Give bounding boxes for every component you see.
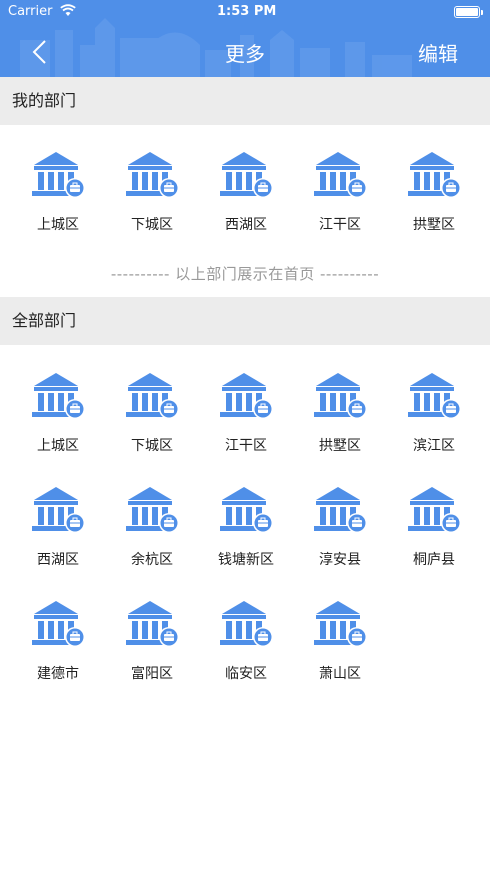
department-label: 钱塘新区 (218, 552, 274, 568)
department-item[interactable]: 西湖区 (8, 485, 102, 585)
department-label: 上城区 (37, 438, 79, 454)
department-item[interactable]: 上城区 (8, 150, 102, 250)
department-item[interactable]: 拱墅区 (290, 371, 384, 471)
department-item[interactable]: 建德市 (8, 599, 102, 699)
government-building-icon (124, 150, 180, 200)
government-building-icon (30, 599, 86, 649)
department-item[interactable]: 下城区 (102, 371, 196, 471)
department-label: 江干区 (225, 438, 267, 454)
government-building-icon (312, 371, 368, 421)
department-item[interactable]: 江干区 (290, 150, 384, 250)
government-building-icon (406, 371, 462, 421)
department-item[interactable]: 萧山区 (290, 599, 384, 699)
department-label: 下城区 (131, 217, 173, 233)
wifi-icon (60, 4, 76, 21)
government-building-icon (124, 371, 180, 421)
department-label: 建德市 (37, 666, 79, 682)
department-label: 江干区 (319, 217, 361, 233)
government-building-icon (312, 599, 368, 649)
status-time: 1:53 PM (217, 4, 277, 19)
government-building-icon (124, 599, 180, 649)
department-item[interactable]: 余杭区 (102, 485, 196, 585)
department-item[interactable]: 桐庐县 (384, 485, 478, 585)
department-label: 萧山区 (319, 666, 361, 682)
homepage-hint: ---------- 以上部门展示在首页 ---------- (110, 265, 380, 283)
government-building-icon (406, 485, 462, 535)
department-label: 富阳区 (131, 666, 173, 682)
department-label: 临安区 (225, 666, 267, 682)
department-item[interactable]: 富阳区 (102, 599, 196, 699)
department-item[interactable]: 江干区 (196, 371, 290, 471)
department-label: 下城区 (131, 438, 173, 454)
department-label: 余杭区 (131, 552, 173, 568)
department-item[interactable]: 西湖区 (196, 150, 290, 250)
department-item[interactable]: 下城区 (102, 150, 196, 250)
government-building-icon (218, 150, 274, 200)
department-label: 拱墅区 (319, 438, 361, 454)
government-building-icon (30, 371, 86, 421)
department-item[interactable]: 上城区 (8, 371, 102, 471)
battery-icon (454, 6, 483, 18)
government-building-icon (30, 485, 86, 535)
government-building-icon (124, 485, 180, 535)
department-label: 桐庐县 (413, 552, 455, 568)
department-item[interactable]: 钱塘新区 (196, 485, 290, 585)
government-building-icon (312, 150, 368, 200)
government-building-icon (406, 150, 462, 200)
department-item[interactable]: 淳安县 (290, 485, 384, 585)
carrier-label: Carrier (8, 4, 53, 19)
government-building-icon (218, 371, 274, 421)
government-building-icon (312, 485, 368, 535)
department-item[interactable]: 滨江区 (384, 371, 478, 471)
department-item[interactable]: 拱墅区 (384, 150, 478, 250)
department-label: 滨江区 (413, 438, 455, 454)
government-building-icon (30, 150, 86, 200)
edit-button[interactable]: 编辑 (418, 38, 458, 67)
status-bar: Carrier 1:53 PM (0, 0, 490, 24)
department-label: 西湖区 (225, 217, 267, 233)
government-building-icon (218, 599, 274, 649)
my-departments-header: 我的部门 (0, 77, 490, 125)
navigation-bar: Carrier 1:53 PM 更多 编辑 (0, 0, 490, 77)
government-building-icon (218, 485, 274, 535)
department-label: 拱墅区 (413, 217, 455, 233)
page-title: 更多 (225, 42, 265, 66)
department-label: 淳安县 (319, 552, 361, 568)
department-label: 上城区 (37, 217, 79, 233)
department-label: 西湖区 (37, 552, 79, 568)
department-item[interactable]: 临安区 (196, 599, 290, 699)
all-departments-header: 全部部门 (0, 297, 490, 345)
